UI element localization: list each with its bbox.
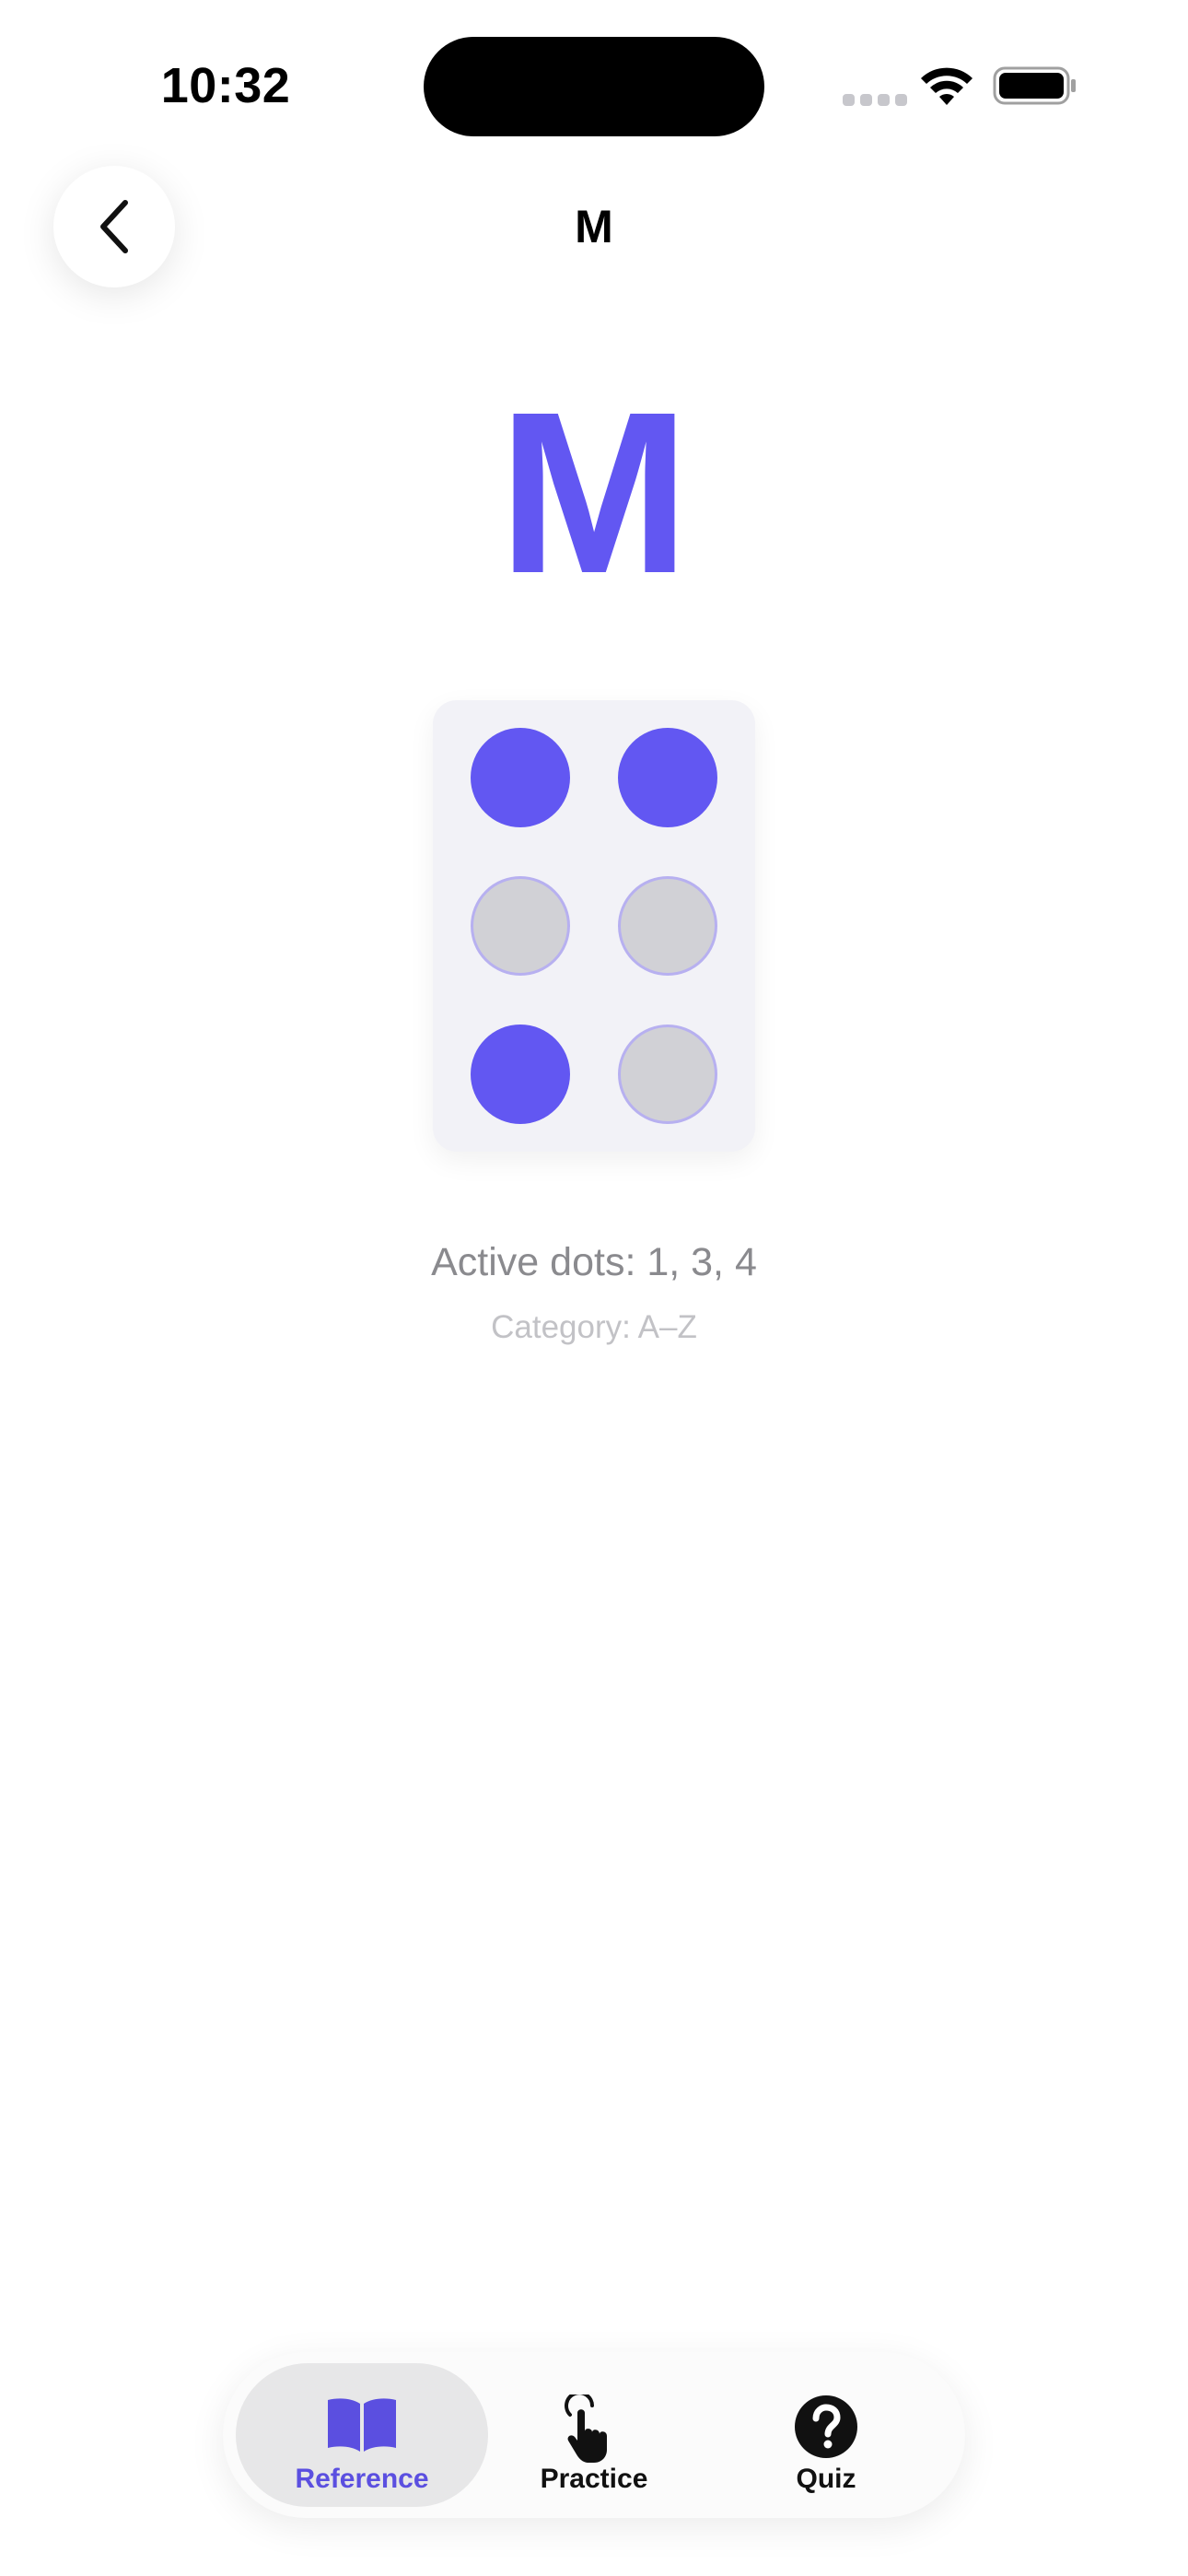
braille-cell [433,700,755,1152]
page-title: M [575,201,613,252]
book-icon [328,2398,396,2452]
status-time: 10:32 [160,58,291,113]
battery-icon [993,66,1076,105]
chevron-left-icon [100,200,128,253]
tab-practice[interactable]: Practice [468,2363,720,2507]
braille-letter: M [497,364,691,621]
tab-bar: Reference Practice Quiz [223,2352,965,2518]
status-bar: 10:32 [0,0,1188,175]
tab-label: Quiz [796,2464,856,2494]
cellular-signal-icon [843,94,907,106]
braille-dot-4 [618,728,717,827]
question-mark-circle-icon [795,2395,857,2458]
active-dots-text: Active dots: 1, 3, 4 [431,1240,757,1284]
tab-label: Reference [295,2464,429,2494]
braille-dot-6 [618,1025,717,1124]
tab-reference[interactable]: Reference [236,2363,488,2507]
tab-label: Practice [540,2464,648,2494]
hand-tap-icon [565,2395,607,2463]
braille-dot-1 [471,728,570,827]
back-button[interactable] [53,166,175,287]
braille-dot-3 [471,1025,570,1124]
dynamic-island [424,37,764,136]
braille-dot-5 [618,876,717,976]
category-text: Category: A–Z [491,1309,697,1345]
wifi-icon [921,67,973,105]
braille-dot-2 [471,876,570,976]
tab-quiz[interactable]: Quiz [700,2363,952,2507]
